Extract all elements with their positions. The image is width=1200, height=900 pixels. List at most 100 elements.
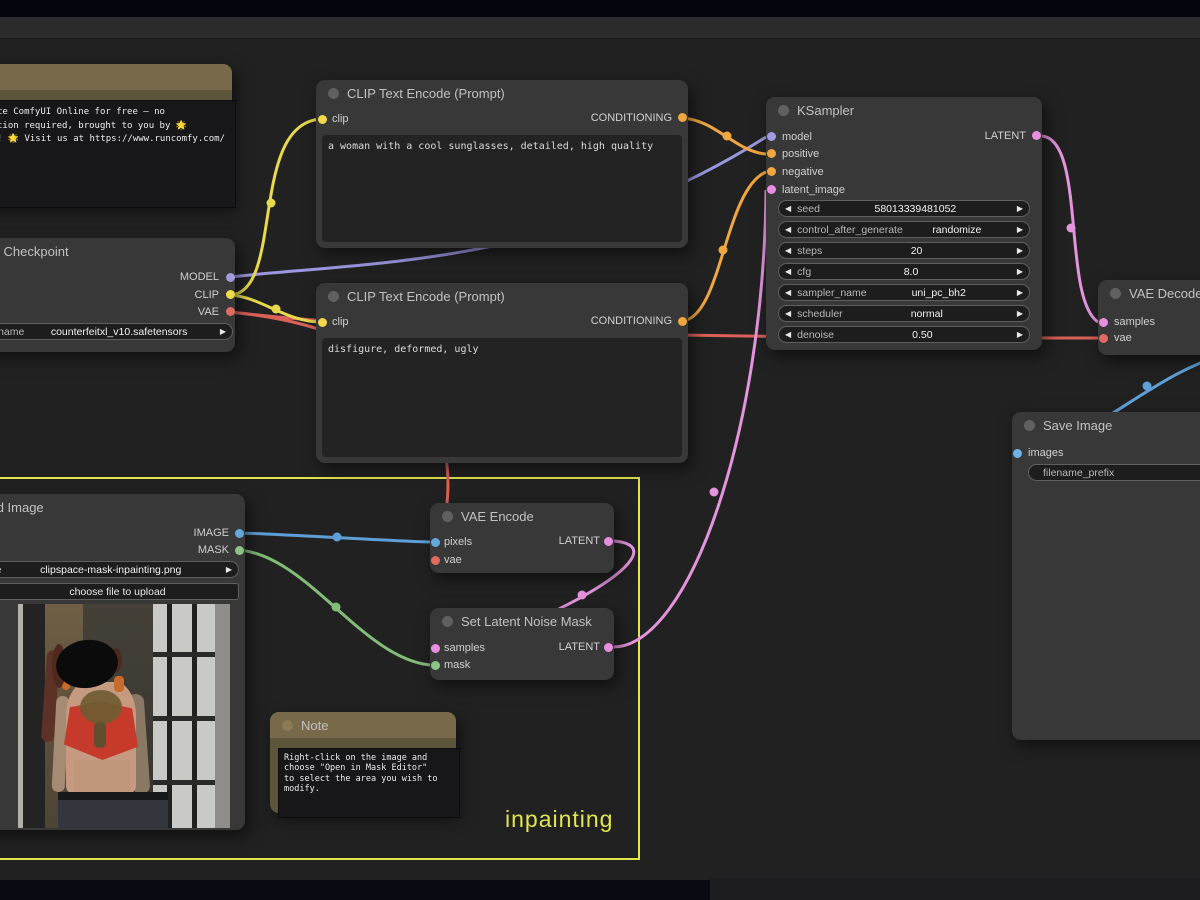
bottom-strip-right — [710, 878, 1200, 900]
input-pin-images[interactable] — [1013, 449, 1022, 458]
widget-left-arrow-icon[interactable]: ◀ — [779, 243, 797, 258]
input-label-clip: clip — [332, 111, 349, 127]
widget-left-arrow-icon[interactable]: ◀ — [779, 285, 797, 300]
output-pin-model[interactable] — [226, 273, 235, 282]
node-note-runcomfy[interactable]: Note ce ComfyUI Online for free — no tio… — [0, 64, 232, 205]
output-pin-mask[interactable] — [235, 546, 244, 555]
node-vae-decode[interactable]: VAE Decode samples vae — [1098, 280, 1200, 355]
widget-denoise[interactable]: ◀ denoise 0.50 ▶ — [778, 326, 1030, 343]
node-title: Load Checkpoint — [0, 244, 69, 259]
node-vae-encode[interactable]: VAE Encode pixels vae LATENT — [430, 503, 614, 573]
prompt-textarea[interactable]: a woman with a cool sunglasses, detailed… — [322, 135, 682, 242]
input-pin-clip[interactable] — [318, 115, 327, 124]
output-label-conditioning: CONDITIONING — [591, 110, 672, 126]
widget-left-arrow-icon[interactable]: ◀ — [779, 222, 797, 237]
input-pin-vae[interactable] — [1099, 334, 1108, 343]
widget-sampler-name[interactable]: ◀ sampler_name uni_pc_bh2 ▶ — [778, 284, 1030, 301]
widget-left-arrow-icon[interactable]: ◀ — [779, 201, 797, 216]
widget-control-after-generate[interactable]: ◀ control_after_generate randomize ▶ — [778, 221, 1030, 238]
node-load-checkpoint[interactable]: Load Checkpoint MODEL CLIP VAE ckpt_name… — [0, 238, 235, 352]
widget-right-arrow-icon[interactable]: ▶ — [1011, 201, 1029, 216]
widget-right-arrow-icon[interactable]: ▶ — [1011, 264, 1029, 279]
output-pin-conditioning[interactable] — [678, 317, 687, 326]
preview-window-mullion — [153, 780, 215, 785]
link-midpoint-dot — [719, 246, 728, 255]
output-pin-clip[interactable] — [226, 290, 235, 299]
widget-scheduler[interactable]: ◀ scheduler normal ▶ — [778, 305, 1030, 322]
widget-right-arrow-icon[interactable]: ▶ — [1011, 306, 1029, 321]
link-midpoint-dot — [1143, 382, 1152, 391]
input-label-positive: positive — [782, 146, 819, 162]
widget-filename-prefix[interactable]: filename_prefix — [1028, 464, 1200, 481]
output-pin-latent[interactable] — [604, 643, 613, 652]
input-pin-positive[interactable] — [767, 149, 776, 158]
output-label-model: MODEL — [180, 269, 219, 285]
input-pin-mask[interactable] — [431, 661, 440, 670]
input-pin-samples[interactable] — [1099, 318, 1108, 327]
input-label-pixels: pixels — [444, 534, 472, 550]
input-pin-pixels[interactable] — [431, 538, 440, 547]
node-note-mask-editor[interactable]: Note Right-click on the image and choose… — [270, 712, 456, 813]
note-text: Right-click on the image and choose "Ope… — [278, 748, 460, 818]
input-pin-latent-image[interactable] — [767, 185, 776, 194]
combo-right-arrow-icon[interactable]: ▶ — [220, 562, 238, 577]
node-title: VAE Encode — [461, 509, 534, 524]
group-inpainting-label: inpainting — [505, 806, 613, 833]
node-collapse-dot[interactable] — [328, 88, 339, 99]
node-set-latent-noise-mask[interactable]: Set Latent Noise Mask samples mask LATEN… — [430, 608, 614, 680]
node-save-image[interactable]: Save Image images filename_prefix — [1012, 412, 1200, 740]
widget-left-arrow-icon[interactable]: ◀ — [779, 327, 797, 342]
widget-ckpt-name[interactable]: ckpt_name counterfeitxl_v10.safetensors … — [0, 323, 233, 340]
top-window-strip — [0, 0, 1200, 17]
output-pin-vae[interactable] — [226, 307, 235, 316]
widget-right-arrow-icon[interactable]: ▶ — [1011, 243, 1029, 258]
preview-jeans — [58, 800, 168, 828]
input-label-model: model — [782, 129, 812, 145]
node-clip-text-encode-negative[interactable]: CLIP Text Encode (Prompt) clip CONDITION… — [316, 283, 688, 463]
node-collapse-dot[interactable] — [328, 291, 339, 302]
widget-left-arrow-icon[interactable]: ◀ — [779, 306, 797, 321]
widget-right-arrow-icon[interactable]: ▶ — [1011, 327, 1029, 342]
image-preview[interactable] — [18, 604, 230, 828]
widget-right-arrow-icon[interactable]: ▶ — [1011, 285, 1029, 300]
output-label-latent: LATENT — [559, 639, 600, 655]
input-pin-vae[interactable] — [431, 556, 440, 565]
output-label-vae: VAE — [198, 304, 219, 320]
input-pin-samples[interactable] — [431, 644, 440, 653]
node-graph-canvas[interactable]: inpainting Note ce ComfyUI Online — [0, 0, 1200, 900]
preview-pendant — [94, 722, 106, 748]
output-pin-latent[interactable] — [1032, 131, 1041, 140]
node-title: Note — [301, 718, 328, 733]
node-collapse-dot[interactable] — [282, 720, 293, 731]
widget-image-file[interactable]: image clipspace-mask-inpainting.png ▶ — [0, 561, 239, 578]
node-collapse-dot[interactable] — [1110, 288, 1121, 299]
node-ksampler[interactable]: KSampler model positive negative latent_… — [766, 97, 1042, 350]
widget-steps[interactable]: ◀ steps 20 ▶ — [778, 242, 1030, 259]
node-clip-text-encode-positive[interactable]: CLIP Text Encode (Prompt) clip CONDITION… — [316, 80, 688, 248]
wire-clip-negative — [230, 295, 322, 322]
node-collapse-dot[interactable] — [778, 105, 789, 116]
widget-left-arrow-icon[interactable]: ◀ — [779, 264, 797, 279]
preview-hair-tuft — [114, 676, 124, 692]
output-pin-image[interactable] — [235, 529, 244, 538]
input-pin-model[interactable] — [767, 132, 776, 141]
node-collapse-dot[interactable] — [442, 511, 453, 522]
input-pin-clip[interactable] — [318, 318, 327, 327]
wire-conditioning-positive — [682, 118, 766, 154]
menu-bar — [0, 17, 1200, 39]
node-collapse-dot[interactable] — [1024, 420, 1035, 431]
node-load-image[interactable]: Load Image IMAGE MASK image clipspace-ma… — [0, 494, 245, 830]
widget-seed[interactable]: ◀ seed 58013339481052 ▶ — [778, 200, 1030, 217]
choose-file-button[interactable]: choose file to upload — [0, 583, 239, 600]
node-collapse-dot[interactable] — [442, 616, 453, 627]
widget-right-arrow-icon[interactable]: ▶ — [1011, 222, 1029, 237]
output-label-mask: MASK — [198, 542, 229, 558]
note-text: ce ComfyUI Online for free — no tion req… — [0, 100, 236, 208]
preview-bg — [215, 604, 230, 828]
output-pin-conditioning[interactable] — [678, 113, 687, 122]
prompt-textarea[interactable]: disfigure, deformed, ugly — [322, 338, 682, 457]
combo-right-arrow-icon[interactable]: ▶ — [214, 324, 232, 339]
widget-cfg[interactable]: ◀ cfg 8.0 ▶ — [778, 263, 1030, 280]
input-pin-negative[interactable] — [767, 167, 776, 176]
output-pin-latent[interactable] — [604, 537, 613, 546]
